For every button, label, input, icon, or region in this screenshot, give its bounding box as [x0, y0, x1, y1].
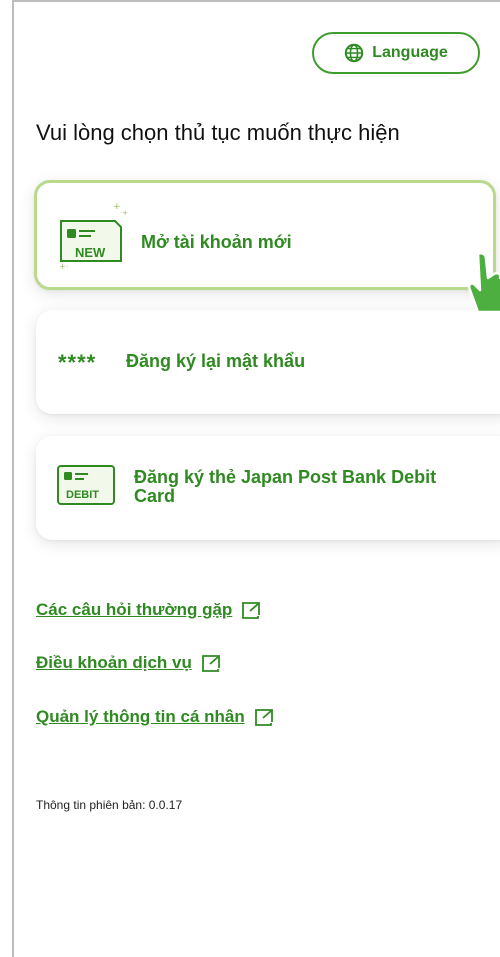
pointing-hand-icon: [464, 250, 500, 317]
language-button[interactable]: Language: [312, 32, 480, 74]
globe-icon: [345, 43, 364, 63]
password-stars-icon: ****: [58, 350, 97, 375]
open-account-label: Mở tài khoản mới: [141, 232, 292, 252]
version-info: Thông tin phiên bản: 0.0.17: [36, 798, 183, 812]
svg-text:NEW: NEW: [75, 245, 106, 260]
svg-text:·+: ·+: [120, 209, 128, 217]
external-link-icon: [242, 602, 261, 619]
debit-card-label: Đăng ký thẻ Japan Post Bank Debit Card: [134, 467, 437, 506]
page-title: Vui lòng chọn thủ tục muốn thực hiện: [36, 120, 400, 145]
reset-password-label: Đăng ký lại mật khẩu: [126, 351, 306, 371]
external-link-icon: [201, 655, 220, 672]
faq-link-label: Các câu hỏi thường gặp: [36, 600, 233, 619]
privacy-link[interactable]: Quản lý thông tin cá nhân: [36, 707, 275, 727]
new-card-icon: + ·+ +· NEW: [57, 199, 137, 276]
terms-link-label: Điều khoản dịch vụ: [36, 653, 192, 672]
svg-text:+·: +·: [59, 262, 68, 271]
debit-card-option[interactable]: DEBIT Đăng ký thẻ Japan Post Bank Debit …: [36, 436, 500, 540]
language-label: Language: [372, 44, 448, 61]
svg-text:DEBIT: DEBIT: [66, 489, 99, 501]
terms-of-service-link[interactable]: Điều khoản dịch vụ: [36, 653, 222, 673]
faq-link[interactable]: Các câu hỏi thường gặp: [36, 600, 262, 620]
open-account-option[interactable]: + ·+ +· NEW Mở tài khoản mới: [34, 180, 496, 290]
privacy-link-label: Quản lý thông tin cá nhân: [36, 707, 245, 726]
debit-card-icon: DEBIT: [56, 464, 118, 513]
app-screen: Language Vui lòng chọn thủ tục muốn thực…: [12, 0, 500, 957]
reset-password-option[interactable]: **** Đăng ký lại mật khẩu: [36, 310, 500, 414]
external-link-icon: [254, 709, 273, 726]
